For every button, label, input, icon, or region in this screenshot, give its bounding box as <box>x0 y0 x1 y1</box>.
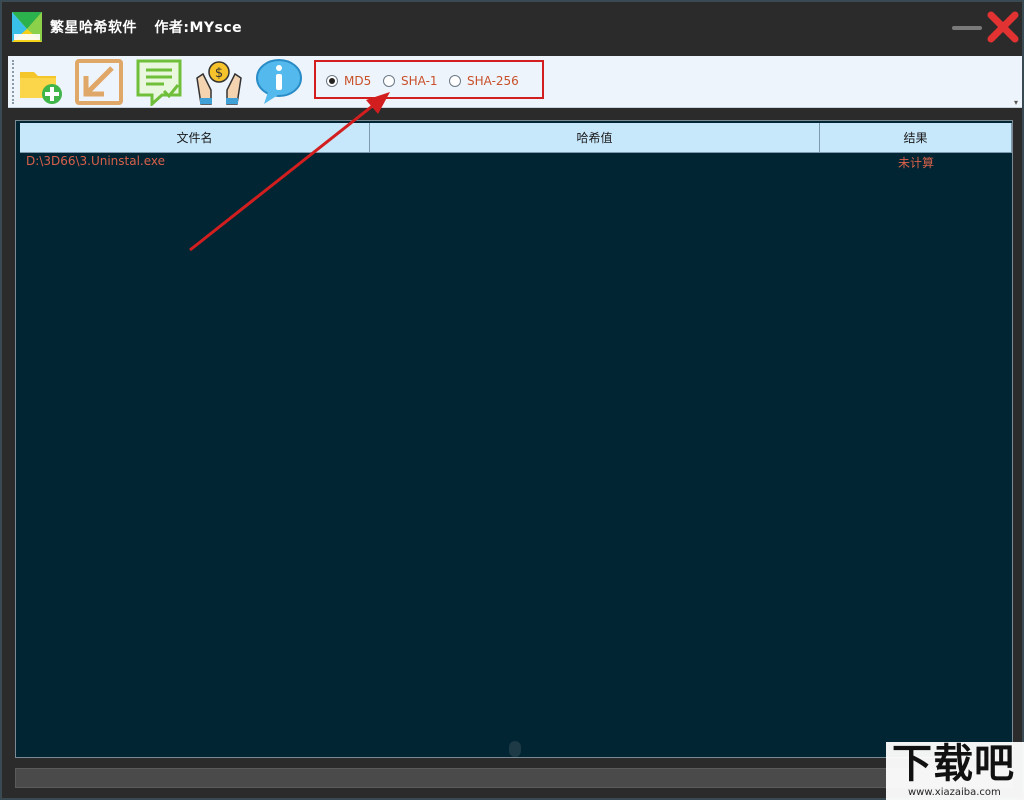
hands-coin-icon: $ <box>196 61 242 105</box>
radio-md5-dot[interactable] <box>326 75 338 87</box>
import-arrow-icon <box>75 59 123 105</box>
file-list[interactable]: 文件名 哈希值 结果 D:\3D66\3.Uninstal.exe 未计算 <box>15 120 1013 758</box>
scroll-indicator[interactable] <box>509 741 521 757</box>
title-bar[interactable]: 繁星哈希软件 作者:MYsce <box>2 2 1022 52</box>
radio-sha1-dot[interactable] <box>383 75 395 87</box>
document-check-icon <box>136 59 182 108</box>
row-result: 未计算 <box>898 156 935 170</box>
minimize-button[interactable] <box>952 22 984 34</box>
about-button[interactable] <box>254 58 304 106</box>
status-bar <box>15 768 1013 788</box>
table-row[interactable]: D:\3D66\3.Uninstal.exe 未计算 <box>20 154 1012 172</box>
radio-sha256-label: SHA-256 <box>467 74 519 88</box>
watermark-logo: 下载吧 www.xiazaiba.com <box>886 742 1024 800</box>
column-hash[interactable]: 哈希值 <box>370 123 820 153</box>
radio-md5-label: MD5 <box>344 74 372 88</box>
toolbar-grip[interactable] <box>12 60 15 104</box>
watermark-title: 下载吧 <box>892 741 1015 787</box>
list-header: 文件名 哈希值 结果 <box>20 123 1012 153</box>
author-label: 作者:MYsce <box>154 20 243 36</box>
radio-sha256[interactable]: SHA-256 <box>449 73 519 89</box>
column-result[interactable]: 结果 <box>820 123 1012 153</box>
app-name: 繁星哈希软件 <box>50 20 137 36</box>
toolbar-overflow-icon[interactable]: ▾ <box>1014 98 1018 107</box>
radio-md5[interactable]: MD5 <box>326 73 371 89</box>
radio-sha256-dot[interactable] <box>449 75 461 87</box>
window-title: 繁星哈希软件 作者:MYsce <box>50 17 254 37</box>
toolbar: $ MD5 SHA-1 SHA-256 ▾ <box>8 56 1022 108</box>
row-filename: D:\3D66\3.Uninstal.exe <box>26 154 166 168</box>
import-button[interactable] <box>74 58 124 106</box>
app-logo-icon <box>12 12 42 42</box>
close-button[interactable] <box>986 10 1020 44</box>
folder-add-icon <box>20 72 62 104</box>
info-icon <box>256 59 302 104</box>
svg-text:$: $ <box>215 66 223 81</box>
column-filename[interactable]: 文件名 <box>20 123 370 153</box>
verify-button[interactable] <box>134 58 184 108</box>
app-window: 繁星哈希软件 作者:MYsce $ MD5 SHA-1 SHA-256 ▾ 文件… <box>0 0 1024 800</box>
radio-sha1-label: SHA-1 <box>401 74 438 88</box>
hash-algorithm-group: MD5 SHA-1 SHA-256 <box>314 60 544 99</box>
watermark-url: www.xiazaiba.com <box>908 787 1001 798</box>
donate-button[interactable]: $ <box>194 58 244 106</box>
radio-sha1[interactable]: SHA-1 <box>383 73 438 89</box>
add-file-button[interactable] <box>16 58 66 106</box>
